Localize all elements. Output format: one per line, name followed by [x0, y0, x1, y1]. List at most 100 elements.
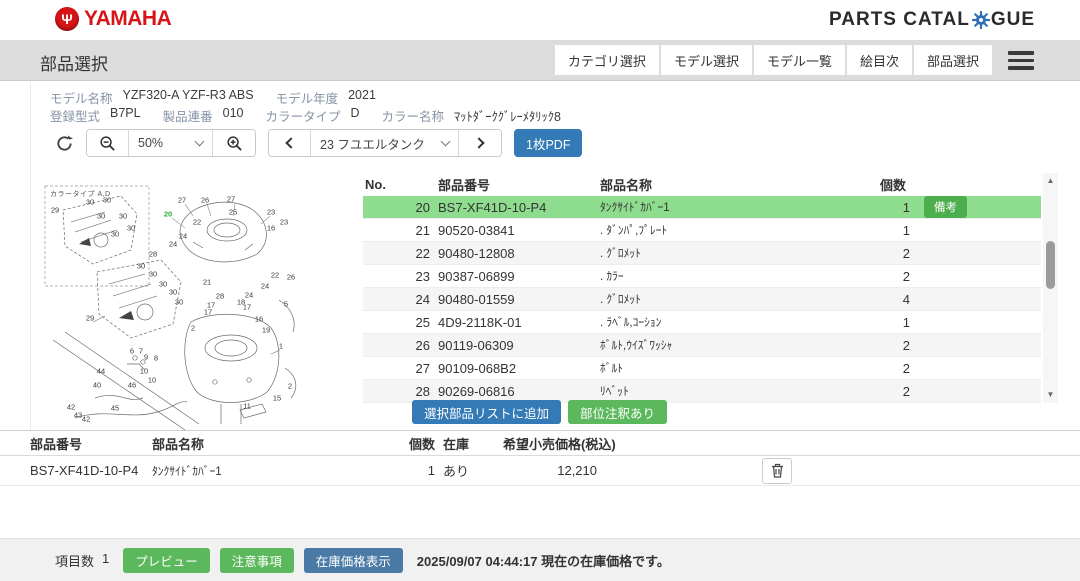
- nav-button-picture-index[interactable]: 絵目次: [847, 45, 912, 75]
- table-row[interactable]: 2290480-12808. ｸﾞﾛﾒｯﾄ2: [363, 242, 1041, 265]
- color-type-inset-label: カラータイプ A,D: [50, 189, 111, 199]
- scrollbar-thumb[interactable]: [1046, 241, 1055, 289]
- delete-row-button[interactable]: [762, 458, 792, 484]
- table-row[interactable]: 2190520-03841. ﾀﾞﾝﾊﾟ,ﾌﾟﾚｰﾄ1: [363, 219, 1041, 242]
- model-info-line1: モデル名称YZF320-A YZF-R3 ABS モデル年度2021: [50, 88, 561, 106]
- sel-cell-stock: あり: [435, 461, 495, 480]
- callout-number: 8: [154, 354, 158, 362]
- table-scrollbar[interactable]: ▲ ▼: [1043, 173, 1058, 403]
- table-row[interactable]: 2690119-06309ﾎﾞﾙﾄ,ｳｲｽﾞﾜｯｼｬ2: [363, 334, 1041, 357]
- selected-table-row: BS7-XF41D-10-P4ﾀﾝｸｻｲﾄﾞｶﾊﾞｰ11あり12,210: [0, 456, 1080, 486]
- cell-name: ﾎﾞﾙﾄ,ｳｲｽﾞﾜｯｼｬ: [600, 337, 874, 353]
- sel-cell-name: ﾀﾝｸｻｲﾄﾞｶﾊﾞｰ1: [152, 463, 395, 479]
- cell-qty: 2: [874, 269, 910, 284]
- nav-button-category-select[interactable]: カテゴリ選択: [555, 45, 659, 75]
- prev-figure-button[interactable]: [269, 130, 311, 156]
- nav-button-parts-select[interactable]: 部品選択: [914, 45, 992, 75]
- sel-col-name: 部品名称: [152, 434, 395, 453]
- col-header-qty: 個数: [874, 175, 916, 194]
- sel-col-part-no: 部品番号: [0, 434, 152, 453]
- model-info-label: カラー名称: [382, 106, 445, 125]
- col-header-part-no: 部品番号: [430, 175, 600, 194]
- model-info-value: ﾏｯﾄﾀﾞｰｸｸﾞﾚｰﾒﾀﾘｯｸ8: [454, 106, 561, 125]
- scroll-down-icon[interactable]: ▼: [1043, 389, 1058, 401]
- part-annotation-button[interactable]: 部位注釈あり: [568, 400, 667, 424]
- pdf-button[interactable]: 1枚PDF: [514, 129, 582, 157]
- callout-number: 30: [149, 270, 157, 278]
- sel-col-qty: 個数: [395, 434, 435, 453]
- table-row[interactable]: 2490480-01559. ｸﾞﾛﾒｯﾄ4: [363, 288, 1041, 311]
- callout-number: 23: [267, 208, 275, 216]
- preview-button[interactable]: プレビュー: [123, 548, 210, 573]
- callout-number: 10: [148, 376, 156, 384]
- zoom-controls: 50%: [86, 129, 256, 157]
- cell-no: 20: [363, 200, 430, 215]
- callout-number: 30: [119, 212, 127, 220]
- zoom-out-button[interactable]: [87, 130, 129, 156]
- sel-cell-qty: 1: [395, 463, 435, 478]
- nav-button-model-list[interactable]: モデル一覧: [754, 45, 845, 75]
- next-figure-button[interactable]: [459, 130, 501, 156]
- model-info-label: カラータイプ: [265, 106, 340, 125]
- callout-number: 27: [227, 195, 235, 203]
- cell-qty: 4: [874, 292, 910, 307]
- model-info-pair: モデル名称YZF320-A YZF-R3 ABS: [50, 88, 254, 107]
- table-row[interactable]: 254D9-2118K-01. ﾗﾍﾞﾙ,ｺｰｼｮﾝ1: [363, 311, 1041, 334]
- diagram-toolbar: 50% 23 フユエルタンク 1枚PDF: [55, 129, 582, 157]
- item-count: 項目数 1: [55, 551, 109, 570]
- sel-cell-part-no: BS7-XF41D-10-P4: [0, 463, 152, 478]
- callout-number: 24: [169, 240, 177, 248]
- cell-part-no: 90480-12808: [430, 246, 600, 261]
- add-to-selected-list-button[interactable]: 選択部品リストに追加: [412, 400, 561, 424]
- table-row[interactable]: 2390387-06899. ｶﾗｰ2: [363, 265, 1041, 288]
- nav-button-model-select[interactable]: モデル選択: [661, 45, 752, 75]
- note-button[interactable]: 備考: [924, 196, 967, 218]
- col-header-no: No.: [363, 177, 430, 192]
- cell-qty: 2: [874, 384, 910, 399]
- callout-number: 21: [203, 278, 211, 286]
- cell-qty: 1: [874, 200, 910, 215]
- cell-name: . ﾗﾍﾞﾙ,ｺｰｼｮﾝ: [600, 314, 874, 330]
- model-info-pair: カラー名称 ﾏｯﾄﾀﾞｰｸｸﾞﾚｰﾒﾀﾘｯｸ8: [382, 106, 561, 125]
- callout-number: 30: [111, 230, 119, 238]
- stock-price-button[interactable]: 在庫価格表示: [304, 548, 403, 573]
- callout-number: 7: [139, 347, 143, 355]
- parts-table-body: 20BS7-XF41D-10-P4ﾀﾝｸｻｲﾄﾞｶﾊﾞｰ11備考2190520-…: [363, 196, 1041, 403]
- notice-button[interactable]: 注意事項: [220, 548, 294, 573]
- selected-parts-table: 部品番号 部品名称 個数 在庫 希望小売価格(税込) BS7-XF41D-10-…: [0, 431, 1080, 486]
- content-left-edge: [30, 82, 31, 430]
- model-info-pair: 製品連番010: [163, 106, 244, 125]
- model-info-pair: モデル年度2021: [276, 88, 376, 107]
- cell-name: . ﾀﾞﾝﾊﾟ,ﾌﾟﾚｰﾄ: [600, 222, 874, 238]
- callout-number: 30: [97, 212, 105, 220]
- cell-qty: 2: [874, 361, 910, 376]
- callout-number: 23: [280, 218, 288, 226]
- cell-part-no: 90109-068B2: [430, 361, 600, 376]
- parts-table: No. 部品番号 部品名称 個数 20BS7-XF41D-10-P4ﾀﾝｸｻｲﾄ…: [363, 172, 1041, 403]
- callout-number: 30: [159, 280, 167, 288]
- cell-name: ﾀﾝｸｻｲﾄﾞｶﾊﾞｰ1: [600, 199, 874, 215]
- callout-number: 46: [128, 381, 136, 389]
- parts-diagram[interactable]: カラータイプ A,D 29303030303030272627202523231…: [35, 172, 307, 430]
- cell-note: 備考: [910, 196, 1041, 218]
- callout-number: 40: [93, 381, 101, 389]
- model-info-value: D: [351, 106, 360, 125]
- callout-number: 45: [111, 404, 119, 412]
- cell-name: ﾘﾍﾞｯﾄ: [600, 383, 874, 399]
- callout-number: 30: [86, 198, 94, 206]
- zoom-in-button[interactable]: [213, 130, 255, 156]
- zoom-level-select[interactable]: 50%: [129, 130, 213, 156]
- cell-part-no: 90119-06309: [430, 338, 600, 353]
- figure-select[interactable]: 23 フユエルタンク: [311, 130, 459, 156]
- hamburger-menu-icon[interactable]: [1008, 51, 1034, 70]
- table-row[interactable]: 20BS7-XF41D-10-P4ﾀﾝｸｻｲﾄﾞｶﾊﾞｰ11備考: [363, 196, 1041, 219]
- scroll-up-icon[interactable]: ▲: [1043, 175, 1058, 187]
- callout-number: 25: [229, 208, 237, 216]
- cell-no: 28: [363, 384, 430, 399]
- table-row[interactable]: 2790109-068B2ﾎﾞﾙﾄ2: [363, 357, 1041, 380]
- callout-number: 24: [179, 232, 187, 240]
- callout-number: 30: [103, 196, 111, 204]
- callout-number: 16: [267, 224, 275, 232]
- item-count-label: 項目数: [55, 551, 94, 570]
- refresh-icon[interactable]: [55, 134, 74, 153]
